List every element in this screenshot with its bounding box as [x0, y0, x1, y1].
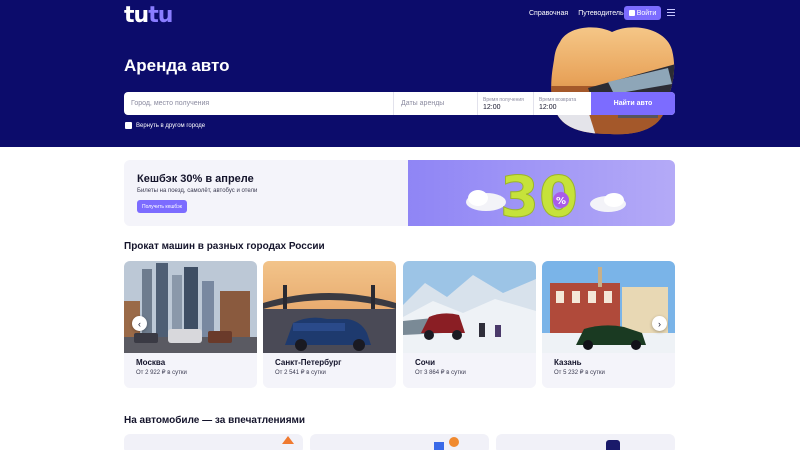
return-other-city-checkbox[interactable] [125, 122, 132, 129]
city-name: Москва [136, 358, 166, 367]
logo-accent: tu [148, 3, 173, 28]
return-time-select[interactable]: Время возврата 12:00 [534, 92, 590, 115]
chevron-right-icon: › [658, 318, 661, 329]
promo-30-percent-art: 30 % [408, 160, 675, 226]
hero-car-photo [551, 27, 675, 135]
city-price: От 3 864 ₽ в сутки [415, 370, 466, 376]
get-cashback-button[interactable]: Получить кешбэк [137, 200, 187, 213]
experience-card[interactable] [496, 434, 675, 450]
cashback-promo-banner[interactable]: Кешбэк 30% в апреле Билеты на поезд, сам… [124, 160, 675, 226]
experiences-section-title: На автомобиле — за впечатлениями [124, 415, 306, 426]
sochi-photo [403, 261, 536, 353]
hero-section: tutu Справочная Путеводитель Войти Аренд… [0, 0, 800, 147]
chevron-left-icon: ‹ [138, 318, 141, 329]
pickup-time-select[interactable]: Время получения 12:00 [478, 92, 534, 115]
pickup-time-label: Время получения [483, 96, 524, 103]
return-other-city-toggle[interactable]: Вернуть в другом городе [125, 122, 205, 129]
cities-section-title: Прокат машин в разных городах России [124, 241, 325, 252]
nav-link-reference[interactable]: Справочная [529, 10, 568, 17]
city-price: От 2 541 ₽ в сутки [275, 370, 326, 376]
return-time-value: 12:00 [539, 103, 557, 111]
city-name: Сочи [415, 358, 436, 367]
pickup-time-value: 12:00 [483, 103, 501, 111]
moscow-photo [124, 261, 257, 353]
login-icon [628, 10, 635, 16]
logo[interactable]: tutu [124, 3, 173, 28]
experience-card[interactable] [310, 434, 489, 450]
nav-link-guide[interactable]: Путеводитель [578, 10, 623, 17]
promo-title: Кешбэк 30% в апреле [137, 173, 254, 185]
top-nav: Справочная Путеводитель [529, 6, 634, 20]
experience-card[interactable] [124, 434, 303, 450]
return-time-label: Время возврата [539, 96, 577, 103]
place-input[interactable]: Город, место получения [124, 92, 394, 115]
page-title: Аренда авто [124, 56, 230, 75]
city-name: Казань [554, 358, 582, 367]
return-other-city-label: Вернуть в другом городе [136, 122, 206, 129]
kazan-photo [542, 261, 675, 353]
carousel-prev-button[interactable]: ‹ [132, 316, 147, 331]
menu-icon[interactable] [667, 9, 675, 16]
login-button[interactable]: Войти [624, 6, 661, 20]
city-card-sochi[interactable]: Сочи От 3 864 ₽ в сутки [403, 261, 536, 388]
carousel-next-button[interactable]: › [652, 316, 667, 331]
find-car-button[interactable]: Найти авто [591, 92, 675, 115]
city-cards: Москва От 2 922 ₽ в сутки Санкт-Петербур… [124, 261, 675, 388]
promo-subtitle: Билеты на поезд, самолёт, автобус и отел… [137, 188, 258, 194]
logo-main: tu [124, 3, 149, 28]
dates-input[interactable]: Даты аренды [394, 92, 478, 115]
saint-petersburg-photo [263, 261, 396, 353]
city-price: От 5 232 ₽ в сутки [554, 370, 605, 376]
city-name: Санкт-Петербург [275, 358, 342, 367]
city-card-saint-petersburg[interactable]: Санкт-Петербург От 2 541 ₽ в сутки [263, 261, 396, 388]
promo-art-symbol: % [556, 196, 566, 207]
city-price: От 2 922 ₽ в сутки [136, 370, 187, 376]
search-bar: Город, место получения Даты аренды Время… [124, 92, 675, 115]
experience-cards [124, 434, 675, 450]
login-label: Войти [636, 9, 657, 17]
